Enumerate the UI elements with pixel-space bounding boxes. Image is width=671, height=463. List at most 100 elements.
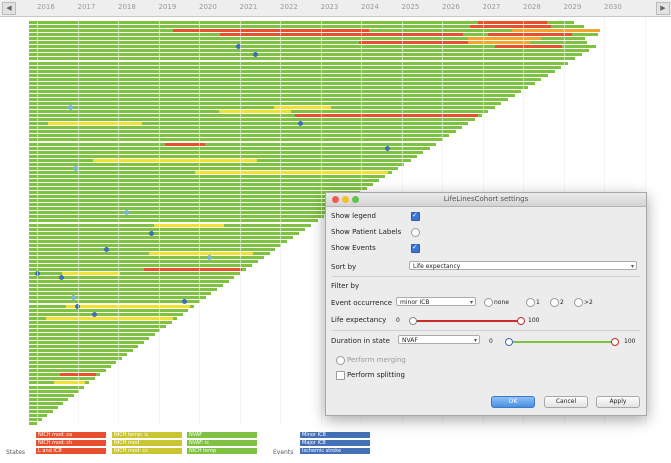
patient-lifeline[interactable] (29, 138, 443, 142)
patient-lifeline[interactable] (29, 57, 576, 61)
patient-lifeline[interactable] (29, 49, 589, 53)
duration-state-select[interactable]: NVAF ▾ (398, 335, 480, 344)
patient-lifeline[interactable] (29, 332, 155, 336)
patient-lifeline[interactable] (29, 166, 398, 170)
radio-more-than-2[interactable] (574, 298, 583, 307)
patient-lifeline[interactable] (29, 397, 69, 401)
legend-item: NICH temp (187, 448, 257, 454)
patient-lifeline[interactable] (29, 255, 264, 259)
patient-lifeline[interactable] (29, 118, 476, 122)
patient-lifeline[interactable] (29, 264, 252, 267)
radio-none[interactable] (484, 298, 493, 307)
ok-button[interactable]: OK (491, 396, 535, 408)
patient-lifeline[interactable] (29, 320, 172, 324)
patient-lifeline[interactable] (29, 336, 150, 340)
patient-lifeline[interactable] (29, 97, 508, 101)
life-expectancy-max-handle[interactable] (517, 317, 525, 325)
patient-lifeline[interactable] (29, 413, 48, 417)
patient-lifeline[interactable] (29, 259, 258, 263)
separator (332, 330, 640, 331)
patient-lifeline[interactable] (29, 207, 336, 211)
duration-min-handle[interactable] (505, 338, 513, 346)
patient-lifeline[interactable] (29, 219, 318, 223)
scroll-right-button[interactable]: ▶ (656, 2, 670, 15)
dialog-titlebar[interactable]: LifeLinesCohort settings (326, 193, 646, 207)
patient-lifeline[interactable] (29, 308, 189, 312)
duration-min: 0 (489, 338, 493, 345)
sort-by-select[interactable]: Life expectancy ▾ (409, 261, 637, 270)
patient-lifeline[interactable] (29, 69, 555, 73)
event-occurrence-select[interactable]: minor ICB ▾ (396, 297, 476, 306)
patient-lifeline[interactable] (29, 146, 430, 150)
show-events-checkbox[interactable] (411, 243, 420, 253)
patient-lifeline[interactable] (29, 300, 200, 304)
patient-lifeline[interactable] (29, 357, 122, 361)
patient-lifeline[interactable] (29, 73, 548, 77)
patient-lifeline[interactable] (29, 191, 361, 195)
patient-lifeline[interactable] (29, 421, 37, 425)
patient-lifeline[interactable] (29, 401, 63, 405)
life-expectancy-min-handle[interactable] (409, 317, 417, 325)
patient-lifeline[interactable] (29, 203, 342, 207)
patient-lifeline[interactable] (29, 130, 456, 134)
patient-lifeline[interactable] (29, 162, 405, 166)
show-legend-checkbox[interactable] (411, 211, 420, 221)
patient-lifeline[interactable] (29, 102, 502, 105)
patient-lifeline[interactable] (29, 211, 330, 215)
perform-splitting-checkbox[interactable] (336, 371, 345, 380)
patient-lifeline[interactable] (29, 345, 139, 348)
gridline (320, 17, 322, 425)
duration-slider-track[interactable] (508, 341, 614, 343)
patient-lifeline[interactable] (29, 227, 306, 231)
patient-lifeline[interactable] (29, 328, 161, 332)
patient-lifeline[interactable] (29, 150, 424, 154)
patient-lifeline[interactable] (29, 417, 43, 421)
patient-lifeline[interactable] (29, 324, 166, 328)
radio-1-label: 1 (536, 299, 540, 306)
patient-lifeline[interactable] (29, 235, 294, 239)
show-legend-label: Show legend (331, 212, 376, 220)
patient-lifeline[interactable] (29, 377, 95, 381)
patient-lifeline[interactable] (29, 178, 380, 182)
patient-lifeline[interactable] (29, 247, 276, 251)
gridline (199, 17, 200, 425)
scroll-left-button[interactable]: ◀ (2, 2, 16, 15)
duration-max-handle[interactable] (611, 338, 619, 346)
patient-lifeline[interactable] (29, 81, 535, 85)
patient-lifeline[interactable] (29, 61, 569, 65)
radio-1[interactable] (526, 298, 535, 307)
apply-button[interactable]: Apply (596, 396, 640, 408)
patient-lifeline[interactable] (29, 231, 300, 235)
patient-lifeline[interactable] (29, 393, 74, 397)
patient-lifeline[interactable] (29, 284, 223, 288)
patient-lifeline[interactable] (29, 243, 282, 247)
patient-lifeline[interactable] (29, 106, 495, 110)
perform-merging-checkbox[interactable] (336, 356, 345, 365)
legend-item: NICH mod: cs (112, 448, 182, 454)
patient-lifeline[interactable] (29, 89, 522, 93)
patient-lifeline[interactable] (29, 154, 417, 158)
patient-lifeline[interactable] (29, 365, 111, 369)
patient-lifeline[interactable] (29, 405, 58, 409)
patient-lifeline[interactable] (29, 142, 437, 146)
patient-lifeline[interactable] (29, 174, 386, 178)
patient-lifeline[interactable] (29, 77, 542, 81)
patient-lifeline[interactable] (29, 361, 117, 365)
patient-lifeline[interactable] (29, 126, 462, 130)
patient-lifeline[interactable] (29, 369, 106, 373)
patient-lifeline[interactable] (29, 312, 183, 316)
patient-lifeline[interactable] (29, 85, 528, 89)
patient-lifeline[interactable] (29, 53, 582, 57)
chevron-down-icon: ▾ (473, 337, 477, 344)
patient-lifeline[interactable] (29, 187, 367, 191)
patient-lifeline[interactable] (29, 340, 144, 344)
patient-lifeline[interactable] (29, 292, 212, 296)
life-expectancy-slider-track[interactable] (412, 320, 520, 322)
gridline (77, 17, 79, 425)
radio-2[interactable] (550, 298, 559, 307)
patient-lifeline[interactable] (29, 409, 53, 413)
cancel-button[interactable]: Cancel (544, 396, 588, 408)
patient-lifeline[interactable] (29, 288, 217, 292)
show-patient-labels-checkbox[interactable] (411, 228, 420, 237)
state-segment (295, 114, 478, 118)
